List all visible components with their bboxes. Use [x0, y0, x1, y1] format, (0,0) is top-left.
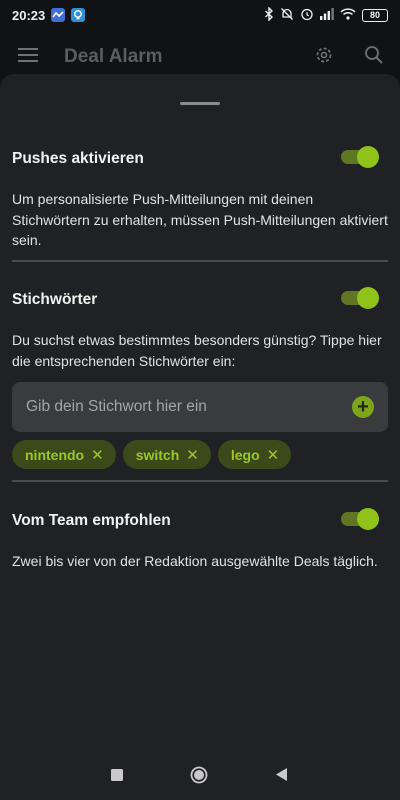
wifi-icon — [340, 7, 356, 23]
navigation-bar — [0, 750, 400, 800]
app-notification-icon — [51, 8, 66, 22]
menu-icon[interactable] — [18, 47, 38, 68]
divider — [12, 260, 388, 262]
status-bar: 20:23 80 — [0, 0, 400, 30]
settings-sheet: Pushes aktivieren Um personalisierte Pus… — [0, 74, 400, 750]
signal-icon — [320, 7, 334, 23]
app-title: Deal Alarm — [64, 46, 163, 67]
keywords-description: Du suchst etwas bestimmtes besonders gün… — [12, 332, 382, 369]
bluetooth-icon — [264, 5, 274, 24]
keyword-chips: nintendo ✕ switch ✕ lego ✕ — [12, 440, 292, 469]
close-icon[interactable]: ✕ — [91, 446, 104, 464]
gear-icon[interactable] — [314, 45, 334, 70]
keywords-toggle[interactable] — [341, 287, 379, 309]
app-bar-actions — [314, 45, 384, 70]
team-description: Zwei bis vier von der Redaktion ausgewäh… — [12, 553, 378, 569]
keyword-input-box: + — [12, 382, 388, 432]
add-keyword-button[interactable]: + — [352, 396, 374, 418]
recent-apps-icon[interactable] — [111, 768, 123, 786]
keyword-chip[interactable]: lego ✕ — [217, 440, 292, 469]
search-icon[interactable] — [364, 45, 384, 70]
team-toggle[interactable] — [341, 508, 379, 530]
screen: 20:23 80 Deal Alarm Pushes aktivieren Um… — [0, 0, 400, 800]
close-icon[interactable]: ✕ — [267, 446, 280, 464]
battery-icon: 80 — [362, 8, 388, 22]
pushes-title: Pushes aktivieren — [12, 150, 144, 167]
keywords-title: Stichwörter — [12, 291, 98, 308]
back-icon[interactable] — [275, 768, 288, 786]
status-bar-right: 80 — [264, 5, 388, 24]
mute-icon — [280, 7, 294, 24]
battery-level: 80 — [369, 9, 380, 20]
app-notification-icon — [71, 8, 86, 22]
pushes-description: Um personalisierte Push-Mitteilungen mit… — [12, 191, 388, 248]
chip-label: switch — [135, 446, 180, 463]
chip-label: nintendo — [25, 446, 85, 463]
toggle-thumb — [357, 146, 379, 168]
home-icon[interactable] — [190, 766, 208, 789]
keyword-chip[interactable]: nintendo ✕ — [12, 440, 116, 469]
chip-label: lego — [230, 446, 260, 463]
divider — [12, 480, 388, 482]
status-bar-left: 20:23 — [12, 7, 86, 23]
toggle-thumb — [357, 508, 379, 530]
team-title: Vom Team empfohlen — [12, 512, 171, 529]
keyword-input[interactable] — [26, 398, 352, 416]
close-icon[interactable]: ✕ — [186, 446, 199, 464]
drag-handle[interactable] — [180, 102, 220, 105]
alarm-icon — [300, 7, 314, 24]
keyword-chip[interactable]: switch ✕ — [122, 440, 211, 469]
status-time: 20:23 — [12, 7, 46, 23]
plus-icon: + — [357, 396, 369, 418]
pushes-toggle[interactable] — [341, 146, 379, 168]
toggle-thumb — [357, 287, 379, 309]
